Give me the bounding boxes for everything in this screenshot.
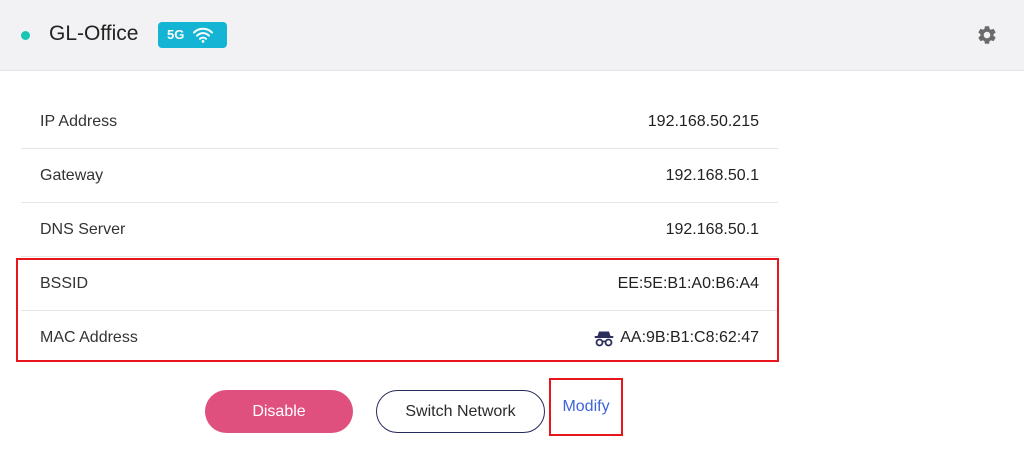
connected-status-dot	[21, 31, 30, 40]
modify-link[interactable]: Modify	[549, 378, 623, 436]
mac-address-value: AA:9B:B1:C8:62:47	[620, 329, 759, 346]
modify-label[interactable]: Modify	[562, 398, 609, 416]
network-name: GL-Office	[49, 22, 139, 45]
gateway-value: 192.168.50.1	[665, 166, 759, 184]
ip-address-label: IP Address	[40, 112, 118, 130]
bssid-value: EE:5E:B1:A0:B6:A4	[617, 274, 759, 292]
network-header: GL-Office 5G	[0, 0, 1024, 71]
disable-button[interactable]: Disable	[205, 390, 353, 433]
info-row-mac-address: MAC Address AA:9B:B1:C8:62:47	[21, 311, 778, 365]
info-row-gateway: Gateway 192.168.50.1	[21, 149, 778, 203]
band-badge: 5G	[158, 22, 227, 48]
gear-icon[interactable]	[976, 24, 998, 46]
info-row-ip-address: IP Address 192.168.50.215	[21, 95, 778, 149]
band-label: 5G	[167, 27, 185, 42]
wifi-icon	[193, 27, 214, 43]
network-info-table: IP Address 192.168.50.215 Gateway 192.16…	[21, 95, 778, 365]
bssid-label: BSSID	[40, 274, 89, 292]
ip-address-value: 192.168.50.215	[647, 112, 759, 130]
dns-server-value: 192.168.50.1	[665, 220, 759, 238]
incognito-spy-icon[interactable]	[594, 330, 614, 347]
info-row-dns-server: DNS Server 192.168.50.1	[21, 203, 778, 257]
info-row-bssid: BSSID EE:5E:B1:A0:B6:A4	[21, 257, 778, 311]
dns-server-label: DNS Server	[40, 220, 126, 238]
switch-network-button[interactable]: Switch Network	[376, 390, 545, 433]
mac-address-value-group: AA:9B:B1:C8:62:47	[594, 329, 759, 347]
mac-address-label: MAC Address	[40, 329, 138, 346]
gateway-label: Gateway	[40, 166, 104, 184]
